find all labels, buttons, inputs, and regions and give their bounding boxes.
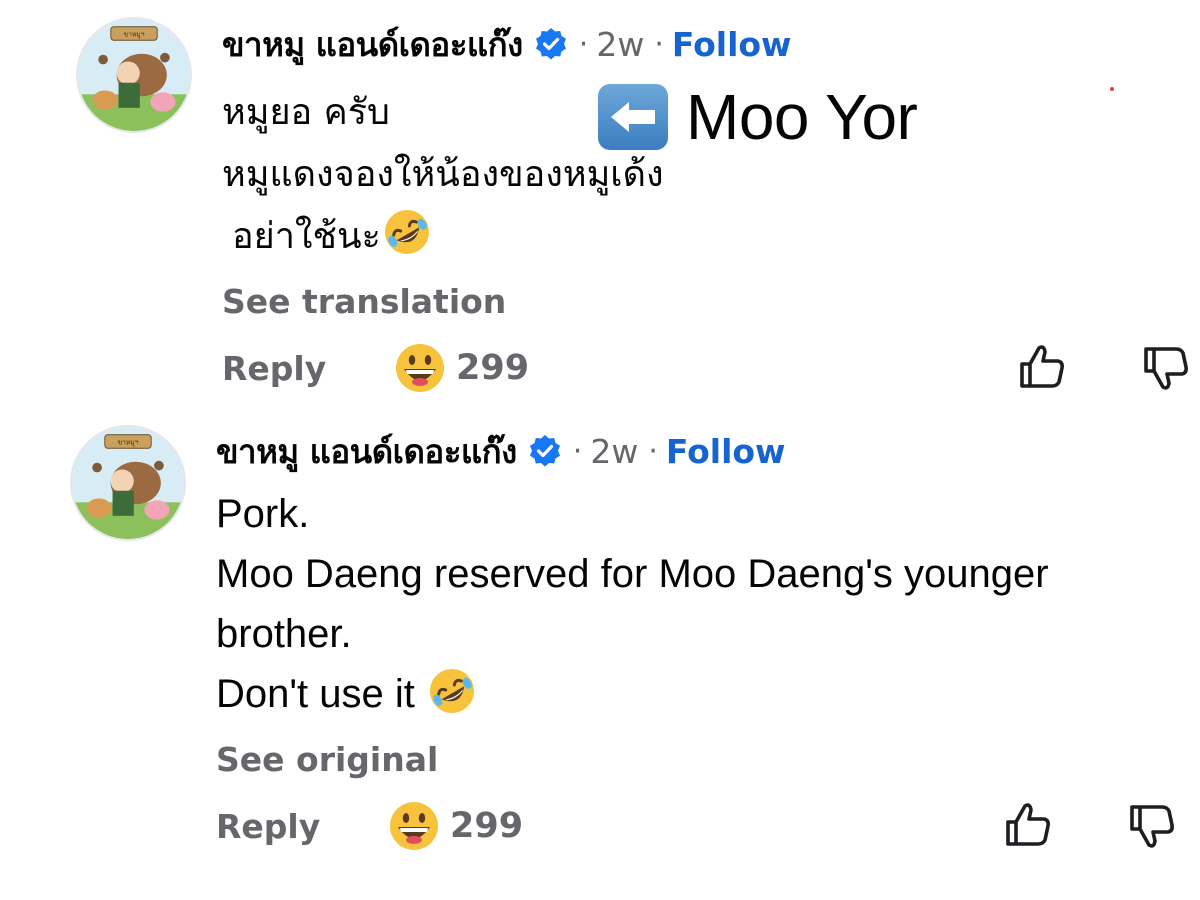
thumbs-up-icon[interactable] [1002,798,1054,850]
see-translation-link[interactable]: See translation [222,282,506,321]
separator-dot: · [578,26,589,62]
comment-header: ขาหมู แอนด์เดอะแก๊ง · 2w · Follow [216,429,786,473]
thumbs-down-icon[interactable] [1140,343,1192,395]
comment-body: Pork. Moo Daeng reserved for Moo Daeng's… [216,484,1049,724]
comment-english: ขาหมูฯ ขาหมู แอนด์เดอะแก๊ง · 2w · Follow… [0,410,1200,900]
grinning-face-emoji-icon[interactable] [388,800,440,852]
separator-dot: · [572,433,583,469]
separator-dot: · [654,26,664,62]
thumbs-down-icon[interactable] [1126,801,1178,853]
comment-actions: Reply 299 [222,340,529,396]
reply-button[interactable]: Reply [216,807,388,846]
reply-button[interactable]: Reply [222,349,394,388]
comment-header: ขาหมู แอนด์เดอะแก๊ง · 2w · Follow [222,22,792,66]
avatar-sign-text: ขาหมูฯ [123,30,144,38]
comment-thai: ขาหมูฯ ขาหมู แอนด์เดอะแก๊ง · 2w · Follow… [0,0,1200,410]
author-name[interactable]: ขาหมู แอนด์เดอะแก๊ง [222,18,523,71]
follow-button[interactable]: Follow [672,25,792,64]
translation-annotation: Moo Yor [598,80,918,154]
comment-body-text: Don't use it [216,672,415,716]
comment-actions: Reply 299 [216,798,523,854]
comment-body-line: Don't use it [216,664,1049,724]
comment-body-line: Pork. [216,492,310,536]
red-dot-mark [1110,87,1114,91]
follow-button[interactable]: Follow [666,432,786,471]
grinning-face-emoji-icon[interactable] [394,342,446,394]
rolling-on-floor-laughing-emoji-icon [426,665,478,717]
comment-body-line: อย่าใช้นะ [222,206,664,268]
verified-badge-icon [527,433,563,469]
comment-body-line: Moo Daeng reserved for Moo Daeng's young… [216,552,1049,596]
left-arrow-emoji-icon [598,84,668,150]
avatar-illustration: ขาหมูฯ [72,427,184,539]
verified-badge-icon [533,26,569,62]
comment-body-text: อย่าใช้นะ [232,216,381,257]
author-avatar[interactable]: ขาหมูฯ [76,17,192,133]
reaction-count[interactable]: 299 [450,806,523,846]
author-avatar[interactable]: ขาหมูฯ [70,425,186,541]
reaction-count[interactable]: 299 [456,348,529,388]
author-name[interactable]: ขาหมู แอนด์เดอะแก๊ง [216,425,517,478]
comment-timestamp[interactable]: 2w [596,25,644,64]
separator-dot: · [648,433,658,469]
thumbs-up-icon[interactable] [1016,340,1068,392]
annotation-text: Moo Yor [686,81,918,153]
comment-timestamp[interactable]: 2w [590,432,638,471]
rolling-on-floor-laughing-emoji-icon [381,206,433,258]
avatar-illustration: ขาหมูฯ [78,19,190,131]
comment-body-line: brother. [216,612,352,656]
avatar-sign-text: ขาหมูฯ [117,438,138,446]
see-original-link[interactable]: See original [216,740,438,779]
